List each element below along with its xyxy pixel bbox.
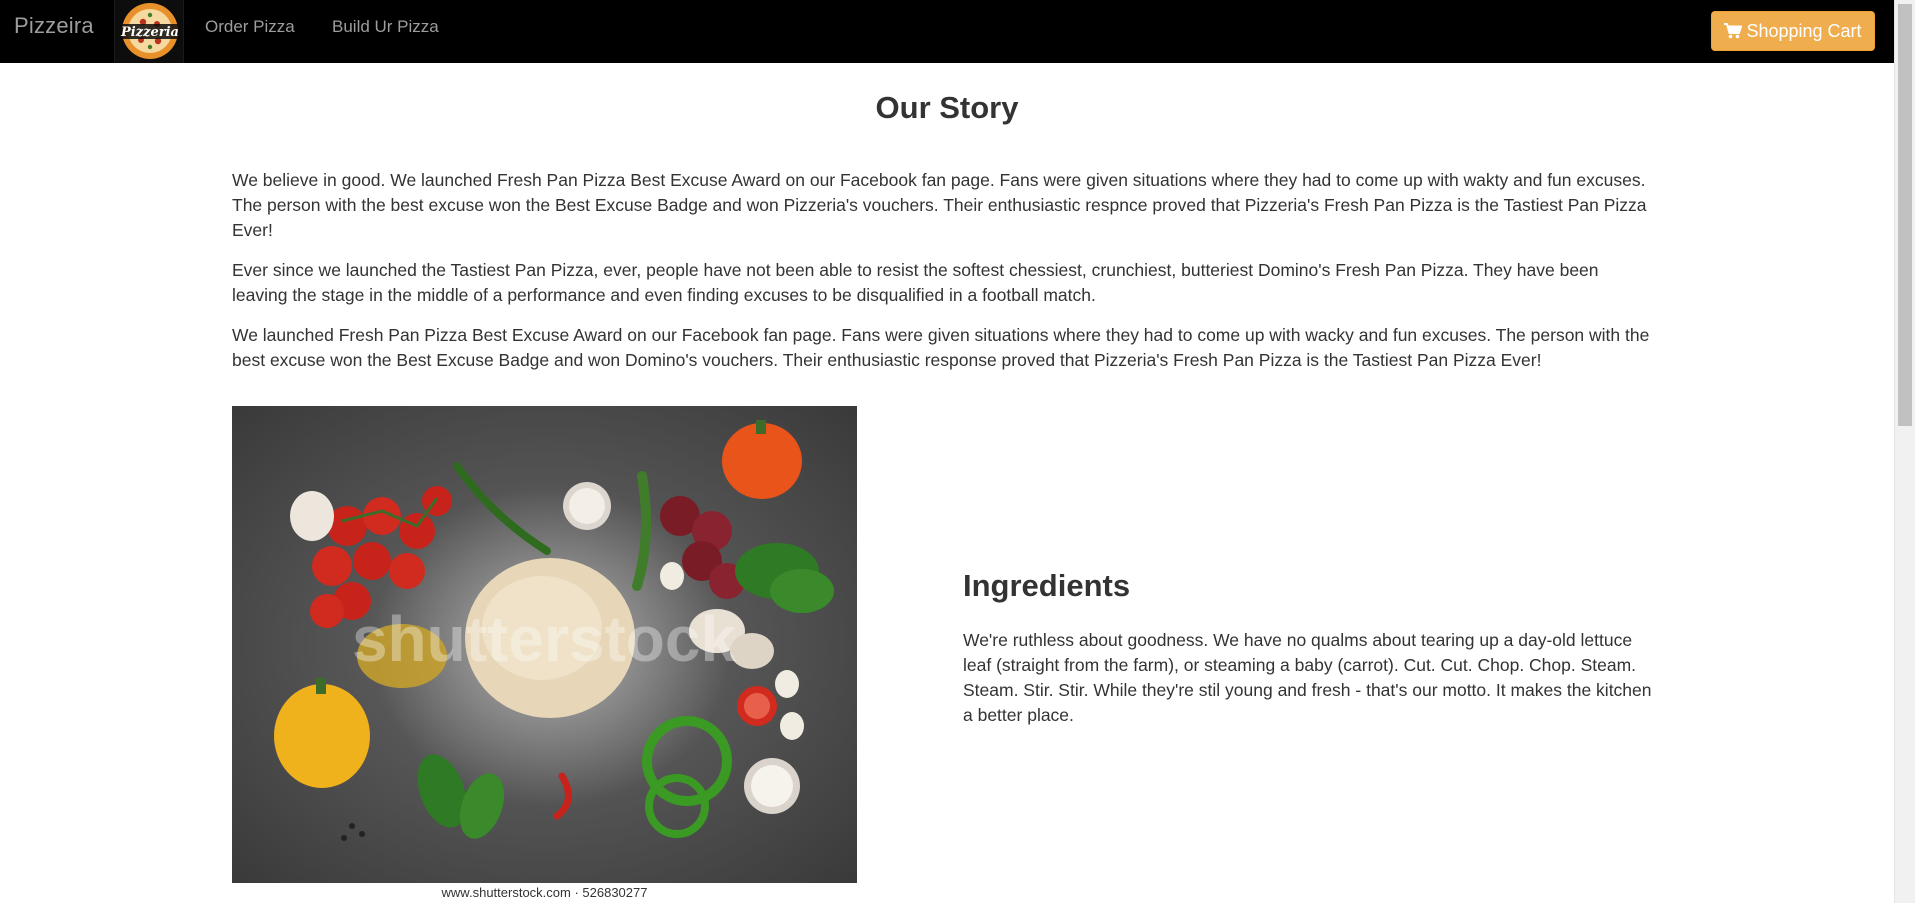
ingredients-photo: shutterstock — [232, 406, 857, 883]
ingredients-text: We're ruthless about goodness. We have n… — [963, 630, 1652, 725]
svg-text:shutterstock: shutterstock — [352, 603, 737, 675]
photo-caption: www.shutterstock.com · 526830277 — [441, 885, 648, 900]
pizzeria-logo[interactable]: Pizzeria — [114, 0, 184, 63]
pizzeria-logo-image: Pizzeria — [120, 3, 179, 59]
story-paragraph: We believe in good. We launched Fresh Pa… — [232, 170, 1647, 240]
scrollbar-thumb[interactable] — [1898, 4, 1912, 426]
svg-text:Pizzeria: Pizzeria — [120, 25, 179, 40]
shopping-cart-button[interactable]: Shopping Cart — [1711, 11, 1875, 51]
vertical-scrollbar[interactable] — [1894, 0, 1915, 903]
story-paragraph: We launched Fresh Pan Pizza Best Excuse … — [232, 325, 1650, 370]
page-title: Our Story — [875, 90, 1019, 125]
story-paragraph: Ever since we launched the Tastiest Pan … — [232, 260, 1599, 305]
brand-link[interactable]: Pizzeira — [14, 13, 94, 39]
nav-build-ur-pizza[interactable]: Build Ur Pizza — [332, 17, 439, 37]
shopping-cart-label: Shopping Cart — [1746, 20, 1862, 41]
nav-order-pizza[interactable]: Order Pizza — [205, 17, 295, 37]
ingredients-heading: Ingredients — [963, 568, 1131, 603]
shopping-cart-icon — [1724, 23, 1743, 39]
top-navbar: Pizzeira Pizzeria Order Pizza Build Ur P… — [0, 0, 1894, 63]
